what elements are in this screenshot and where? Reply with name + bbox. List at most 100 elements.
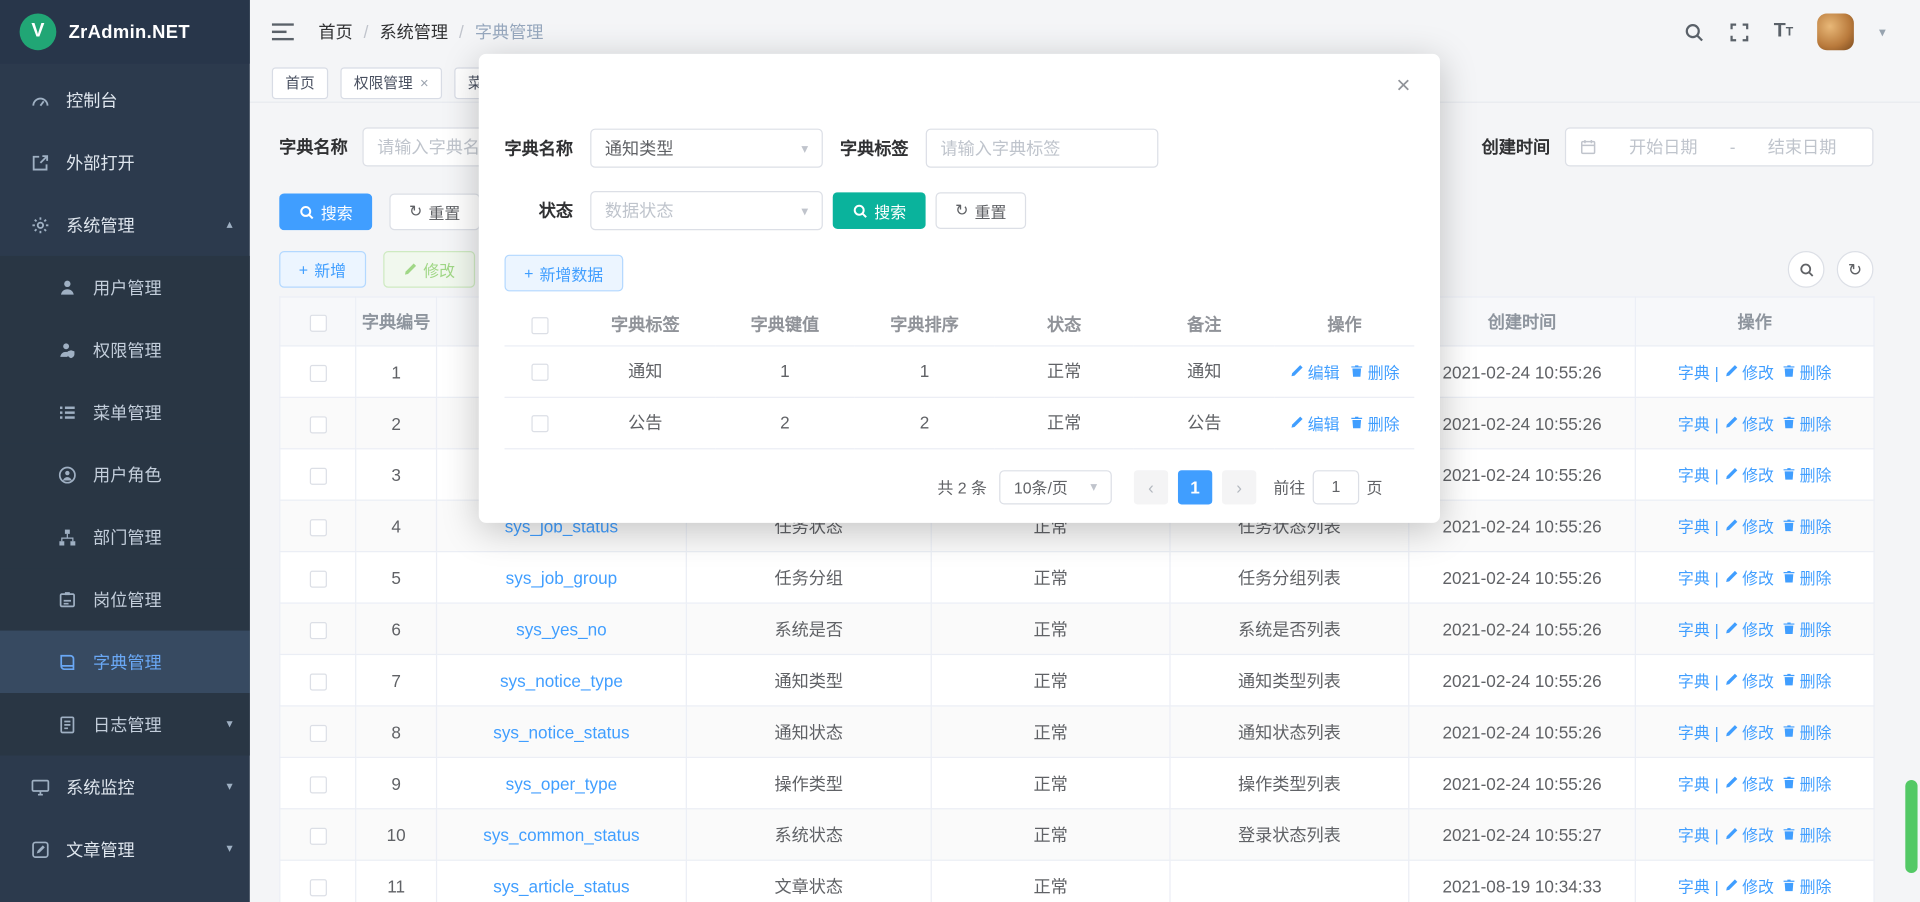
dialog-reset-button[interactable]: ↻ 重置	[936, 192, 1027, 229]
dict-data-link[interactable]: 字典	[1678, 823, 1710, 846]
dict-data-link[interactable]: 字典	[1678, 669, 1710, 692]
dict-data-link[interactable]: 字典	[1678, 875, 1710, 898]
add-data-button[interactable]: + 新增数据	[504, 255, 622, 292]
sidebar-toggle-icon[interactable]	[272, 23, 294, 40]
scrollbar-thumb[interactable]	[1905, 780, 1917, 873]
edit-link[interactable]: 修改	[1724, 823, 1774, 846]
row-checkbox[interactable]	[309, 416, 326, 433]
row-checkbox[interactable]	[309, 724, 326, 741]
tab-close-icon[interactable]: ×	[420, 74, 429, 91]
delete-link[interactable]: 删除	[1781, 617, 1831, 640]
dialog-search-button[interactable]: 搜索	[833, 192, 926, 229]
select-all-checkbox[interactable]	[531, 317, 548, 334]
dict-type-link[interactable]: sys_article_status	[493, 876, 629, 896]
date-range-input[interactable]: 开始日期 - 结束日期	[1565, 127, 1874, 166]
sidebar-item-menus[interactable]: 菜单管理	[0, 381, 250, 443]
sidebar-item-departments[interactable]: 部门管理	[0, 506, 250, 568]
breadcrumb-home[interactable]: 首页	[318, 20, 352, 44]
dict-data-link[interactable]: 字典	[1678, 720, 1710, 743]
dict-data-link[interactable]: 字典	[1678, 412, 1710, 435]
dict-data-link[interactable]: 字典	[1678, 360, 1710, 383]
row-checkbox[interactable]	[309, 673, 326, 690]
tab-permissions[interactable]: 权限管理 ×	[340, 67, 442, 99]
sidebar-item-posts[interactable]: 岗位管理	[0, 568, 250, 630]
edit-link[interactable]: 修改	[1724, 463, 1774, 486]
delete-link[interactable]: 删除	[1781, 823, 1831, 846]
edit-link[interactable]: 编辑	[1289, 359, 1339, 382]
sidebar-item-users[interactable]: 用户管理	[0, 256, 250, 318]
next-page-button[interactable]: ›	[1222, 470, 1256, 504]
toggle-search-icon[interactable]	[1788, 251, 1825, 288]
user-menu-caret-icon[interactable]: ▾	[1879, 24, 1886, 40]
status-select[interactable]: 数据状态 ▾	[590, 191, 823, 230]
row-checkbox[interactable]	[309, 776, 326, 793]
edit-link[interactable]: 修改	[1724, 411, 1774, 434]
sidebar-item-articles[interactable]: 文章管理 ▾	[0, 818, 250, 880]
sidebar-item-logs[interactable]: 日志管理 ▾	[0, 693, 250, 755]
sidebar-item-external[interactable]: 外部打开	[0, 131, 250, 193]
tab-home[interactable]: 首页	[272, 67, 328, 99]
delete-link[interactable]: 删除	[1781, 463, 1831, 486]
breadcrumb-system[interactable]: 系统管理	[379, 20, 448, 44]
dict-type-link[interactable]: sys_notice_status	[493, 722, 629, 742]
delete-link[interactable]: 删除	[1781, 720, 1831, 743]
dict-type-link[interactable]: sys_common_status	[483, 825, 639, 845]
edit-link[interactable]: 修改	[1724, 720, 1774, 743]
edit-link[interactable]: 修改	[1724, 565, 1774, 588]
dict-data-link[interactable]: 字典	[1678, 566, 1710, 589]
dict-data-link[interactable]: 字典	[1678, 515, 1710, 538]
reset-button[interactable]: ↻ 重置	[389, 193, 480, 230]
search-button[interactable]: 搜索	[279, 193, 372, 230]
sidebar-item-system[interactable]: 系统管理 ▴	[0, 193, 250, 255]
edit-link[interactable]: 修改	[1724, 514, 1774, 537]
dict-type-link[interactable]: sys_oper_type	[506, 773, 618, 793]
edit-link[interactable]: 修改	[1724, 617, 1774, 640]
sidebar-item-dashboard[interactable]: 控制台	[0, 69, 250, 131]
prev-page-button[interactable]: ‹	[1134, 470, 1168, 504]
edit-link[interactable]: 修改	[1724, 668, 1774, 691]
delete-link[interactable]: 删除	[1781, 565, 1831, 588]
close-icon[interactable]: ×	[1396, 73, 1410, 97]
delete-link[interactable]: 删除	[1349, 411, 1399, 434]
row-checkbox[interactable]	[309, 827, 326, 844]
fullscreen-icon[interactable]	[1728, 21, 1749, 42]
edit-link[interactable]: 修改	[1724, 771, 1774, 794]
sidebar-item-roles[interactable]: 用户角色	[0, 443, 250, 505]
row-checkbox[interactable]	[309, 570, 326, 587]
sidebar-item-dictionary[interactable]: 字典管理	[0, 631, 250, 693]
dict-type-link[interactable]: sys_job_group	[506, 568, 618, 588]
font-size-icon[interactable]: TT	[1774, 21, 1793, 43]
delete-link[interactable]: 删除	[1781, 668, 1831, 691]
delete-link[interactable]: 删除	[1781, 360, 1831, 383]
edit-link[interactable]: 修改	[1724, 874, 1774, 897]
delete-link[interactable]: 删除	[1781, 514, 1831, 537]
row-checkbox[interactable]	[309, 519, 326, 536]
row-checkbox[interactable]	[531, 364, 548, 381]
dict-label-input[interactable]	[926, 129, 1159, 168]
delete-link[interactable]: 删除	[1781, 874, 1831, 897]
select-all-checkbox[interactable]	[309, 314, 326, 331]
delete-link[interactable]: 删除	[1781, 771, 1831, 794]
dict-data-link[interactable]: 字典	[1678, 463, 1710, 486]
dict-data-link[interactable]: 字典	[1678, 772, 1710, 795]
goto-page-input[interactable]	[1313, 470, 1360, 504]
delete-link[interactable]: 删除	[1349, 359, 1399, 382]
row-checkbox[interactable]	[309, 879, 326, 896]
user-avatar[interactable]	[1818, 13, 1855, 50]
app-logo[interactable]: V ZrAdmin.NET	[0, 0, 250, 64]
edit-button[interactable]: 修改	[383, 251, 475, 288]
sidebar-item-permissions[interactable]: 权限管理	[0, 318, 250, 380]
edit-link[interactable]: 修改	[1724, 360, 1774, 383]
row-checkbox[interactable]	[309, 622, 326, 639]
refresh-table-icon[interactable]: ↻	[1837, 251, 1874, 288]
dict-data-link[interactable]: 字典	[1678, 617, 1710, 640]
edit-link[interactable]: 编辑	[1289, 411, 1339, 434]
dict-name-select[interactable]: 通知类型 ▾	[590, 129, 823, 168]
delete-link[interactable]: 删除	[1781, 411, 1831, 434]
page-size-select[interactable]: 10条/页 ▾	[999, 470, 1112, 504]
sidebar-item-monitor[interactable]: 系统监控 ▾	[0, 756, 250, 818]
row-checkbox[interactable]	[309, 467, 326, 484]
add-button[interactable]: + 新增	[279, 251, 365, 288]
row-checkbox[interactable]	[309, 364, 326, 381]
dict-type-link[interactable]: sys_notice_type	[500, 670, 623, 690]
